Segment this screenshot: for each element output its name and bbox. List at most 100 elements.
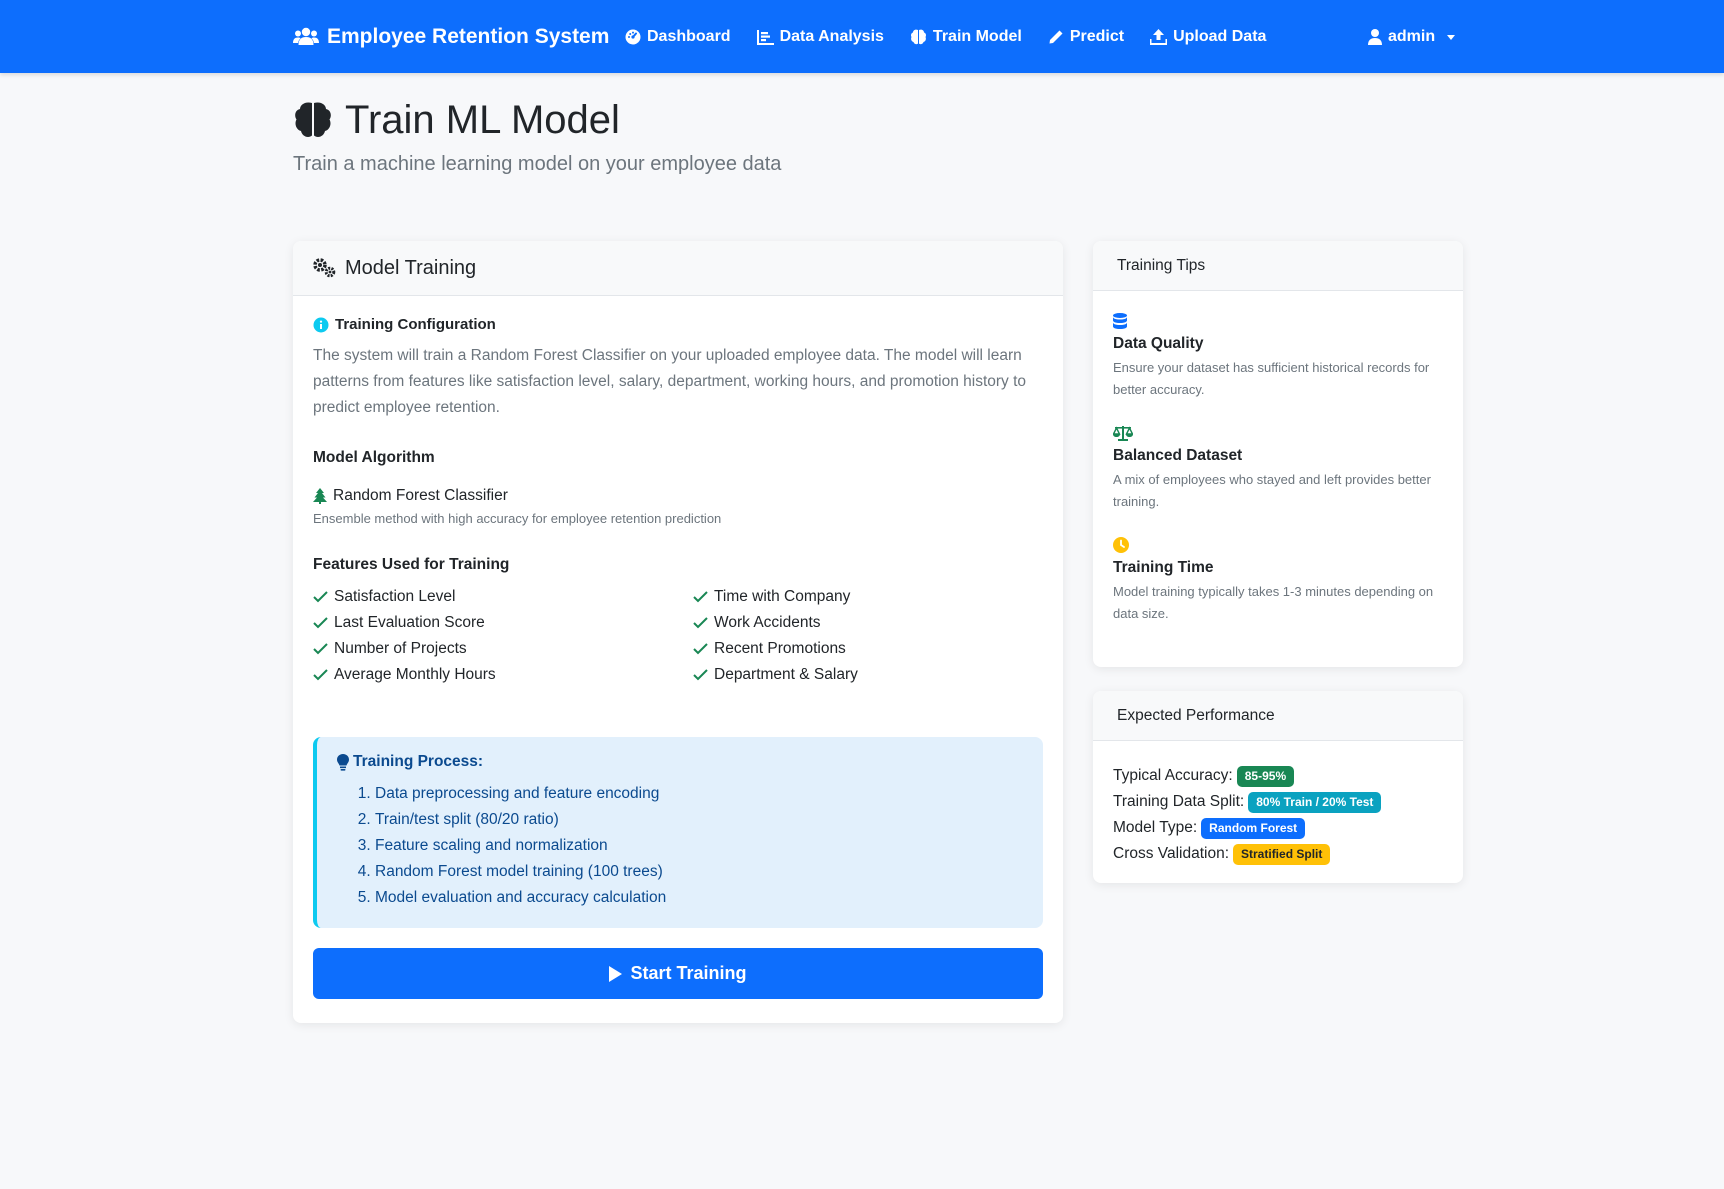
training-configuration-label: Training Configuration: [335, 316, 496, 333]
feature-label: Satisfaction Level: [334, 587, 456, 605]
check-icon: [693, 668, 708, 681]
play-icon: [609, 965, 623, 982]
features-list: Satisfaction Level Time with Company Las…: [313, 586, 1043, 685]
feature-item: Work Accidents: [693, 612, 1043, 633]
feature-label: Department & Salary: [714, 665, 858, 683]
expected-performance-body: Typical Accuracy: 85-95% Training Data S…: [1093, 741, 1463, 883]
nav-dashboard-label: Dashboard: [647, 28, 731, 45]
navbar: Employee Retention System Dashboard Data…: [0, 0, 1724, 73]
upload-icon: [1150, 29, 1168, 45]
user-icon: [1368, 29, 1382, 45]
model-type-badge: Random Forest: [1201, 817, 1306, 839]
start-training-label: Start Training: [630, 963, 747, 983]
nav-data-analysis[interactable]: Data Analysis: [756, 24, 884, 50]
tip-title: Balanced Dataset: [1113, 447, 1243, 464]
start-training-button[interactable]: Start Training: [313, 948, 1043, 999]
process-step: Feature scaling and normalization: [375, 835, 1023, 861]
model-training-card-body: Training Configuration The system will t…: [293, 296, 1063, 1019]
page-subtitle: Train a machine learning model on your e…: [293, 153, 782, 175]
database-icon: [1113, 313, 1448, 329]
check-icon: [313, 616, 328, 629]
features-heading: Features Used for Training: [313, 556, 510, 573]
users-icon: [293, 27, 319, 47]
performance-label: Model Type:: [1113, 819, 1198, 836]
feature-label: Time with Company: [714, 587, 851, 605]
nav-train-model[interactable]: Train Model: [910, 24, 1022, 50]
algorithm-name: Random Forest Classifier: [313, 487, 1043, 505]
lightbulb-icon: [337, 753, 349, 771]
tip-description: Ensure your dataset has sufficient histo…: [1113, 360, 1430, 397]
training-configuration-text: The system will train a Random Forest Cl…: [313, 347, 1027, 416]
training-process-box: Training Process: Data preprocessing and…: [313, 737, 1043, 928]
nav-upload-data[interactable]: Upload Data: [1150, 24, 1266, 50]
cross-validation-badge: Stratified Split: [1233, 843, 1331, 865]
split-badge: 80% Train / 20% Test: [1248, 791, 1382, 813]
expected-performance-card: Expected Performance Typical Accuracy: 8…: [1093, 691, 1463, 883]
feature-item: Average Monthly Hours: [313, 664, 693, 685]
check-icon: [313, 668, 328, 681]
performance-label: Typical Accuracy:: [1113, 767, 1233, 784]
nav-train-model-label: Train Model: [932, 28, 1022, 45]
performance-row-split: Training Data Split: 80% Train / 20% Tes…: [1113, 789, 1443, 815]
nav-links: Dashboard Data Analysis Train Model Pred…: [625, 24, 1266, 50]
process-step: Random Forest model training (100 trees): [375, 861, 1023, 887]
feature-item: Number of Projects: [313, 638, 693, 659]
training-process-label: Training Process:: [353, 753, 484, 770]
nav-predict[interactable]: Predict: [1048, 24, 1124, 50]
feature-label: Last Evaluation Score: [334, 613, 485, 631]
feature-item: Department & Salary: [693, 664, 1043, 685]
check-icon: [313, 590, 328, 603]
training-tips-header: Training Tips: [1093, 241, 1463, 291]
feature-label: Recent Promotions: [714, 639, 846, 657]
feature-label: Work Accidents: [714, 613, 821, 631]
brain-icon: [910, 29, 927, 45]
process-step: Data preprocessing and feature encoding: [375, 783, 1023, 809]
tip-data-quality: Data Quality Ensure your dataset has suf…: [1113, 313, 1448, 401]
tip-balanced-dataset: Balanced Dataset A mix of employees who …: [1113, 425, 1448, 513]
feature-item: Time with Company: [693, 586, 1043, 607]
nav-dashboard[interactable]: Dashboard: [625, 24, 731, 50]
nav-upload-data-label: Upload Data: [1173, 28, 1267, 45]
chart-icon: [756, 29, 774, 45]
dashboard-icon: [625, 29, 641, 45]
algorithm-description: Ensemble method with high accuracy for e…: [313, 511, 722, 526]
clock-icon: [1113, 537, 1448, 553]
model-algorithm-heading: Model Algorithm: [313, 449, 435, 466]
page-title-text: Train ML Model: [345, 97, 620, 142]
page-title: Train ML Model: [293, 93, 620, 147]
pencil-icon: [1048, 29, 1064, 45]
tip-training-time: Training Time Model training typically t…: [1113, 537, 1448, 625]
accuracy-badge: 85-95%: [1236, 765, 1295, 787]
performance-row-model-type: Model Type: Random Forest: [1113, 815, 1443, 841]
feature-label: Average Monthly Hours: [334, 665, 496, 683]
performance-label: Cross Validation:: [1113, 845, 1230, 862]
gears-icon: [313, 258, 337, 278]
user-name: admin: [1388, 28, 1436, 45]
algorithm-name-label: Random Forest Classifier: [333, 487, 508, 504]
brand-label: Employee Retention System: [327, 25, 610, 48]
feature-item: Recent Promotions: [693, 638, 1043, 659]
performance-row-cross-validation: Cross Validation: Stratified Split: [1113, 841, 1443, 867]
feature-item: Last Evaluation Score: [313, 612, 693, 633]
tree-icon: [313, 488, 327, 504]
card-title: Model Training: [345, 256, 477, 279]
chevron-down-icon: [1447, 34, 1456, 40]
performance-row-accuracy: Typical Accuracy: 85-95%: [1113, 763, 1443, 789]
user-menu-toggle[interactable]: admin: [1368, 24, 1456, 50]
feature-item: Satisfaction Level: [313, 586, 693, 607]
training-tips-card: Training Tips Data Quality Ensure your d…: [1093, 241, 1463, 667]
process-step: Model evaluation and accuracy calculatio…: [375, 887, 1023, 913]
process-step: Train/test split (80/20 ratio): [375, 809, 1023, 835]
check-icon: [693, 616, 708, 629]
check-icon: [313, 642, 328, 655]
navbar-brand[interactable]: Employee Retention System: [293, 22, 609, 52]
brain-icon: [293, 100, 333, 140]
feature-label: Number of Projects: [334, 639, 467, 657]
tip-title: Training Time: [1113, 559, 1214, 576]
nav-predict-label: Predict: [1069, 28, 1125, 45]
tip-title: Data Quality: [1113, 335, 1204, 352]
training-configuration-heading: Training Configuration: [313, 316, 1043, 333]
check-icon: [693, 590, 708, 603]
training-process-heading: Training Process:: [337, 753, 1023, 771]
model-training-card: Model Training Training Configuration Th…: [293, 241, 1063, 1023]
